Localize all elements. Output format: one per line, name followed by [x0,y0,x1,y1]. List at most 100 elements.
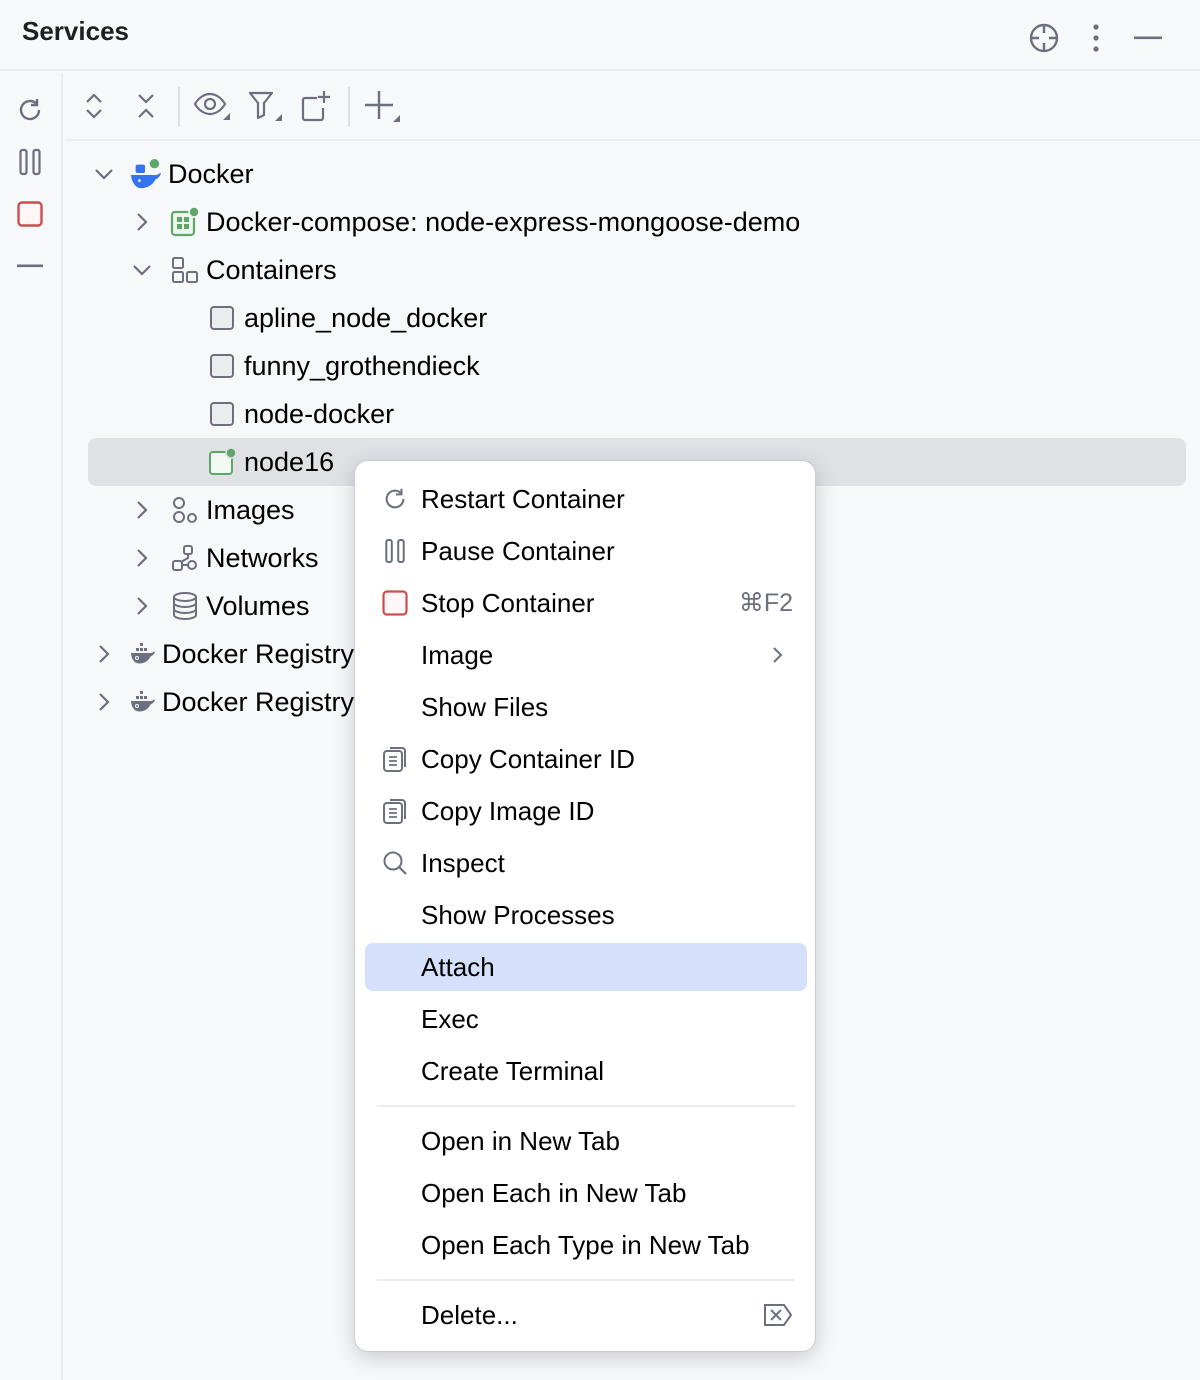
expand-all-button[interactable] [74,86,114,126]
view-options-icon [193,92,230,120]
menu-separator [377,1105,795,1107]
more-options-icon [1093,24,1099,52]
locate-icon [1029,23,1059,53]
menu-item-label: Show Processes [421,900,615,930]
restart-button[interactable] [10,90,50,130]
tree-label: node-docker [244,399,395,429]
filter-icon [248,91,282,121]
menu-item-pause-container[interactable]: Pause Container [365,527,807,575]
menu-item-copy-image-id[interactable]: Copy Image ID [365,787,807,835]
chevron-right-icon[interactable] [130,546,154,570]
minus-icon [17,264,43,268]
pause-icon [19,148,41,176]
chevron-right-icon[interactable] [130,210,154,234]
docker-registry-icon [127,638,159,670]
container-stopped-icon [206,350,238,382]
menu-item-label: Open in New Tab [421,1126,620,1156]
tree-node-container[interactable]: node-docker [65,390,1185,438]
tree-node-container[interactable]: funny_grothendieck [65,342,1185,390]
container-stopped-icon [206,398,238,430]
collapse-all-button[interactable] [126,86,166,126]
docker-registry-icon [127,686,159,718]
menu-item-open-each-type-in-new-tab[interactable]: Open Each Type in New Tab [365,1221,807,1269]
tree-label: funny_grothendieck [244,351,480,381]
tree-label: node16 [244,447,335,477]
volumes-icon [169,590,201,622]
menu-item-label: Image [421,640,494,670]
tree-label: Volumes [206,591,310,621]
tree-label: Networks [206,543,319,573]
stop-button[interactable] [10,194,50,234]
tree-label: Images [206,495,295,525]
hide-button[interactable] [1128,18,1168,58]
menu-item-open-each-in-new-tab[interactable]: Open Each in New Tab [365,1169,807,1217]
tree-label: Docker Registry [162,639,355,669]
backspace-delete-icon [764,1304,793,1326]
tool-window-header: Services [0,0,1200,71]
stop-icon [17,201,43,227]
tree-label: Docker Registry [162,687,355,717]
menu-item-label: Delete... [421,1300,518,1330]
menu-item-label: Attach [421,952,495,982]
minimize-strip-button[interactable] [10,246,50,286]
chevron-right-icon[interactable] [92,690,116,714]
chevron-right-icon[interactable] [92,642,116,666]
chevron-right-icon[interactable] [130,594,154,618]
restart-icon [19,99,41,121]
menu-item-label: Show Files [421,692,549,722]
docker-compose-icon [169,206,201,238]
menu-item-exec[interactable]: Exec [365,995,807,1043]
toolbar-separator [178,87,180,127]
docker-icon [130,158,162,190]
chevron-right-icon[interactable] [130,498,154,522]
filter-button[interactable] [245,86,285,126]
tree-node-docker[interactable]: Docker [65,150,1185,198]
menu-item-label: Copy Container ID [421,744,635,774]
menu-item-create-terminal[interactable]: Create Terminal [365,1047,807,1095]
menu-item-label: Stop Container [421,588,595,618]
menu-item-delete[interactable]: Delete... [365,1291,807,1339]
chevron-down-icon[interactable] [130,258,154,282]
search-icon [379,847,411,879]
tree-node-container[interactable]: apline_node_docker [65,294,1185,342]
menu-item-label: Exec [421,1004,479,1034]
copy-icon [379,743,411,775]
menu-item-image[interactable]: Image [365,631,807,679]
pause-button[interactable] [10,142,50,182]
stop-icon [379,587,411,619]
menu-item-show-processes[interactable]: Show Processes [365,891,807,939]
menu-item-attach[interactable]: Attach [365,943,807,991]
container-running-icon [206,446,238,478]
menu-item-copy-container-id[interactable]: Copy Container ID [365,735,807,783]
menu-item-show-files[interactable]: Show Files [365,683,807,731]
menu-item-label: Open Each in New Tab [421,1178,687,1208]
menu-item-inspect[interactable]: Inspect [365,839,807,887]
new-tab-icon [301,91,330,122]
tree-label: Containers [206,255,337,285]
menu-item-label: Open Each Type in New Tab [421,1230,750,1260]
expand-all-icon [86,93,102,119]
tool-window-title: Services [22,16,129,46]
add-service-button[interactable] [362,86,402,126]
view-options-button[interactable] [192,86,232,126]
locate-button[interactable] [1024,18,1064,58]
menu-item-shortcut: ⌘F2 [738,589,793,617]
more-options-button[interactable] [1076,18,1116,58]
chevron-down-icon[interactable] [92,162,116,186]
menu-item-label: Copy Image ID [421,796,595,826]
service-actions-strip [0,73,63,1380]
new-tab-button[interactable] [296,86,336,126]
restart-icon [379,483,411,515]
tree-node-containers[interactable]: Containers [65,246,1185,294]
menu-item-open-in-new-tab[interactable]: Open in New Tab [365,1117,807,1165]
menu-item-restart-container[interactable]: Restart Container [365,475,807,523]
copy-icon [379,795,411,827]
menu-item-label: Inspect [421,848,505,878]
menu-item-label: Pause Container [421,536,615,566]
menu-separator [377,1279,795,1281]
add-service-icon [365,91,400,122]
tree-label: Docker [168,159,254,189]
images-icon [169,494,201,526]
tree-node-compose[interactable]: Docker-compose: node-express-mongoose-de… [65,198,1185,246]
menu-item-stop-container[interactable]: Stop Container ⌘F2 [365,579,807,627]
